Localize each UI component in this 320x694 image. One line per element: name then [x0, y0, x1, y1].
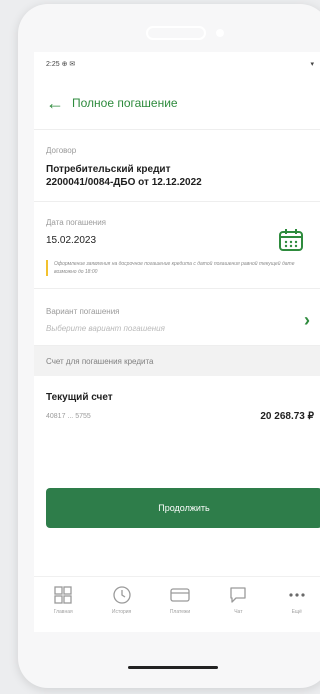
contract-line-2: 2200041/0084-ДБО от 12.12.2022 [46, 177, 202, 188]
chevron-right-icon[interactable]: › [304, 310, 310, 331]
app-bar: ← Полное погашение [34, 76, 320, 130]
tab-more-label: Ещё [291, 609, 302, 615]
date-row: Дата погашения 15.02.2023 [46, 218, 314, 252]
variant-row[interactable]: Вариант погашения Выберите вариант погаш… [46, 305, 314, 333]
calendar-icon[interactable] [278, 228, 304, 252]
speaker-slot [146, 26, 206, 40]
account-name: Текущий счет [46, 392, 113, 403]
chat-icon [230, 587, 247, 603]
tab-payments-label: Платежи [169, 609, 191, 615]
contract-line-1: Потребительский кредит [46, 164, 171, 175]
account-balance: 20 268.73 ₽ [260, 411, 314, 422]
clock-icon [112, 586, 131, 604]
variant-section[interactable]: Вариант погашения Выберите вариант погаш… [34, 289, 320, 346]
status-icons: ⊕ ✉ [61, 61, 76, 68]
back-arrow-icon[interactable]: ← [46, 94, 72, 112]
account-section-title: Счет для погашения кредита [34, 346, 320, 376]
date-value[interactable]: 15.02.2023 [46, 235, 106, 246]
card-icon [170, 588, 190, 602]
contract-section: Договор Потребительский кредит 2200041/0… [34, 130, 320, 202]
contract-label: Договор [46, 146, 77, 155]
app-screen: 2:25 ⊕ ✉ ▾ ← Полное погашение Договор По… [34, 52, 320, 632]
repayment-date-section: Дата погашения 15.02.2023 Оформление зая [34, 202, 320, 289]
tab-chat[interactable]: Чат [213, 585, 263, 615]
tab-payments[interactable]: Платежи [155, 585, 205, 615]
tab-chat-label: Чат [234, 609, 243, 615]
tab-history-label: История [111, 609, 132, 615]
continue-button[interactable]: Продолжить [46, 488, 320, 528]
signal-icon: ▾ [310, 61, 314, 68]
tab-history[interactable]: История [97, 585, 147, 615]
home-indicator[interactable] [128, 666, 218, 669]
grid-icon [54, 586, 72, 604]
tab-home-label: Главная [53, 609, 73, 615]
tab-more[interactable]: Ещё [272, 585, 320, 615]
status-time: 2:25 [46, 61, 60, 68]
date-note: Оформление заявления на досрочное погаше… [46, 260, 314, 276]
phone-frame: 2:25 ⊕ ✉ ▾ ← Полное погашение Договор По… [18, 4, 320, 688]
bottom-tab-bar: Главная История Платежи Чат Ещё [34, 576, 320, 632]
front-camera [216, 29, 224, 37]
variant-placeholder: Выберите вариант погашения [46, 324, 165, 333]
status-bar: 2:25 ⊕ ✉ ▾ [34, 52, 320, 76]
more-icon [289, 593, 305, 597]
account-row: 40817 ... 5755 20 268.73 ₽ [46, 411, 314, 422]
page-title: Полное погашение [72, 95, 178, 110]
tab-home[interactable]: Главная [38, 585, 88, 615]
account-card[interactable]: Текущий счет 40817 ... 5755 20 268.73 ₽ [34, 376, 320, 436]
date-label: Дата погашения [46, 218, 106, 227]
contract-value: Потребительский кредит 2200041/0084-ДБО … [46, 163, 314, 189]
variant-label: Вариант погашения [46, 307, 120, 316]
account-number: 40817 ... 5755 [46, 413, 91, 420]
status-left: 2:25 ⊕ ✉ [46, 60, 75, 68]
